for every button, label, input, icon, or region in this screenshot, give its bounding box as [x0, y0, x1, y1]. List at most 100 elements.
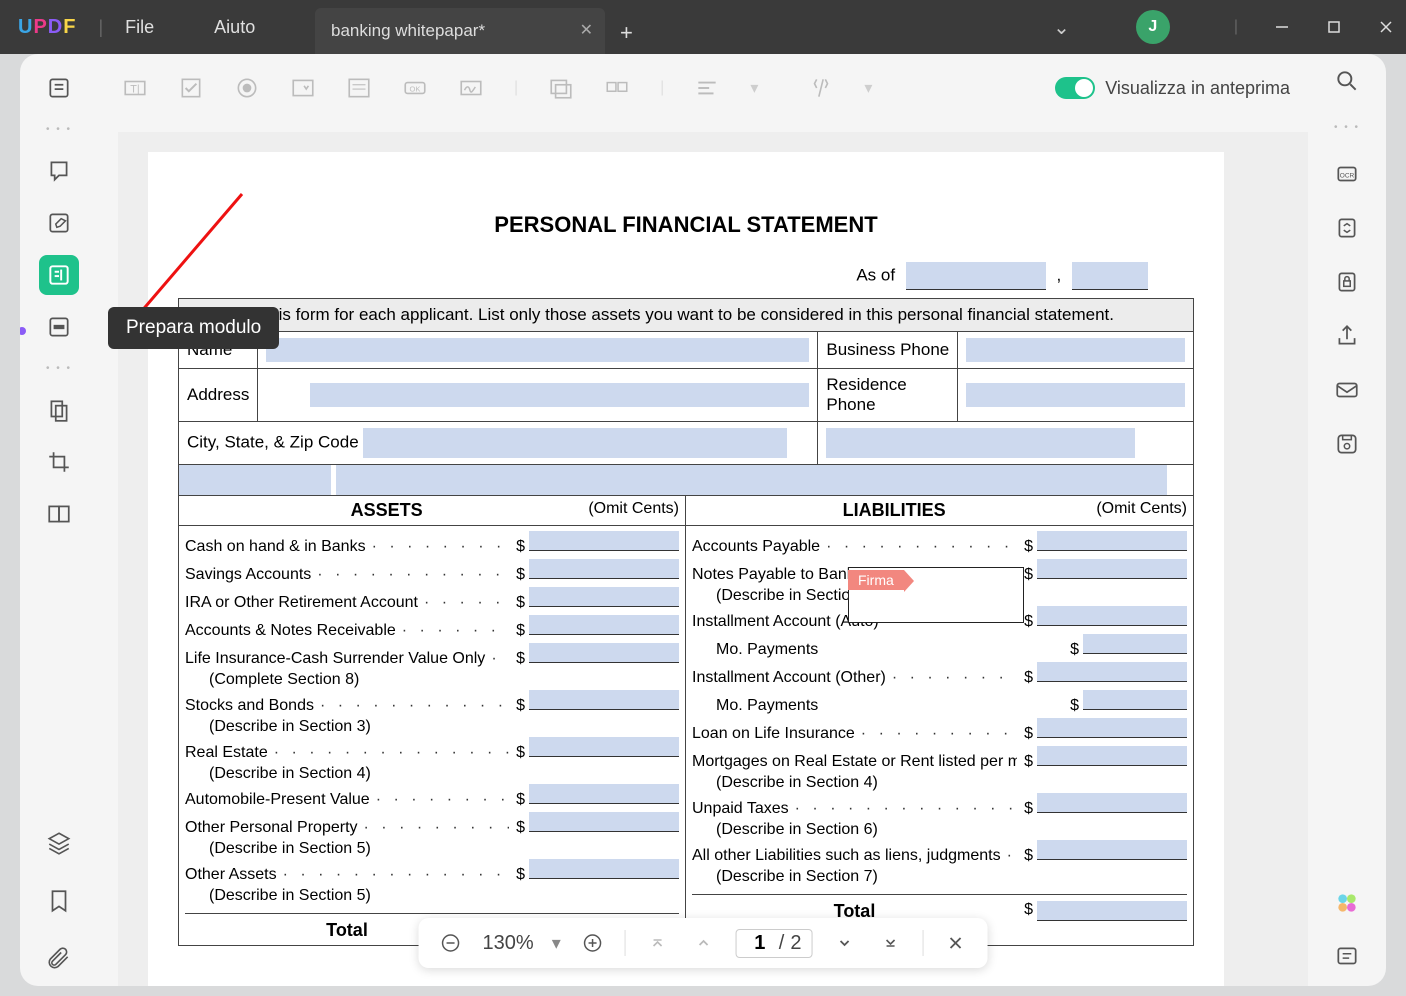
toggle-switch[interactable] [1055, 77, 1095, 99]
email-icon[interactable] [1334, 377, 1360, 403]
asof-date-field[interactable] [906, 262, 1046, 290]
liability-amount-field[interactable] [1037, 840, 1187, 860]
divider: | [514, 79, 518, 97]
align-tool[interactable] [694, 75, 720, 101]
crop-tool[interactable] [39, 442, 79, 482]
assets-column: Cash on hand & in Banks$Savings Accounts… [179, 526, 686, 945]
omit-cents: (Omit Cents) [588, 500, 679, 521]
mo-payments-field[interactable] [1083, 690, 1187, 710]
liability-amount-field[interactable] [1037, 746, 1187, 766]
bookmark-icon[interactable] [46, 888, 72, 914]
notes-icon[interactable] [1334, 944, 1360, 970]
prev-page-button[interactable] [690, 929, 718, 957]
liability-amount-field[interactable] [1037, 606, 1187, 626]
tools-icon[interactable] [808, 75, 834, 101]
button-tool[interactable]: OK [402, 75, 428, 101]
edit-tool[interactable] [39, 203, 79, 243]
share-icon[interactable] [1334, 323, 1360, 349]
ocr-icon[interactable]: OCR [1334, 161, 1360, 187]
comment-tool[interactable] [39, 151, 79, 191]
minimize-icon[interactable] [1274, 19, 1290, 35]
zoom-dropdown-icon[interactable]: ▾ [552, 933, 561, 954]
asset-amount-field[interactable] [529, 587, 679, 607]
dropdown-tool[interactable] [290, 75, 316, 101]
asset-amount-field[interactable] [529, 859, 679, 879]
close-navbar-button[interactable] [941, 929, 969, 957]
liability-amount-field[interactable] [1037, 662, 1187, 682]
attachment-icon[interactable] [46, 946, 72, 972]
extra-field[interactable] [826, 428, 1134, 458]
date-field-tool[interactable] [604, 75, 630, 101]
asset-amount-field[interactable] [529, 737, 679, 757]
asset-amount-field[interactable] [529, 531, 679, 551]
preview-toggle[interactable]: Visualizza in anteprima [1055, 77, 1290, 99]
text-field-tool[interactable]: T| [122, 75, 148, 101]
organize-tool[interactable] [39, 390, 79, 430]
as-of-line: As of , [178, 262, 1194, 290]
close-window-icon[interactable] [1378, 19, 1394, 35]
city-field[interactable] [363, 428, 786, 458]
liability-amount-field[interactable] [1037, 793, 1187, 813]
liability-label: All other Liabilities such as liens, jud… [692, 845, 1017, 867]
blank-field-1[interactable] [179, 465, 331, 495]
current-page-input[interactable] [747, 932, 773, 955]
user-avatar[interactable]: J [1136, 10, 1170, 44]
convert-icon[interactable] [1334, 215, 1360, 241]
tab-title: banking whitepapar* [331, 21, 485, 41]
maximize-icon[interactable] [1326, 19, 1342, 35]
listbox-tool[interactable] [346, 75, 372, 101]
asset-amount-field[interactable] [529, 690, 679, 710]
next-page-button[interactable] [830, 929, 858, 957]
app-logo: UPDF [18, 16, 76, 39]
ai-icon[interactable] [1334, 890, 1360, 916]
last-page-button[interactable] [876, 929, 904, 957]
document-viewport[interactable]: PERSONAL FINANCIAL STATEMENT As of , Com… [118, 132, 1308, 986]
radio-tool[interactable] [234, 75, 260, 101]
compare-tool[interactable] [39, 494, 79, 534]
signature-tool[interactable] [458, 75, 484, 101]
redact-tool[interactable] [39, 307, 79, 347]
liability-amount-field[interactable] [1037, 718, 1187, 738]
protect-icon[interactable] [1334, 269, 1360, 295]
menu-file[interactable]: File [125, 17, 154, 38]
name-field[interactable] [266, 338, 809, 362]
document-tab[interactable]: banking whitepapar* ✕ [315, 8, 605, 54]
first-page-button[interactable] [644, 929, 672, 957]
blank-field-2[interactable] [336, 465, 1167, 495]
rphone-field[interactable] [966, 383, 1185, 407]
bphone-field[interactable] [966, 338, 1185, 362]
asset-amount-field[interactable] [529, 812, 679, 832]
search-icon[interactable] [1334, 68, 1360, 94]
divider: • • • [46, 363, 72, 374]
asset-amount-field[interactable] [529, 615, 679, 635]
liabilities-total-field[interactable] [1037, 901, 1187, 921]
checkbox-tool[interactable] [178, 75, 204, 101]
asset-amount-field[interactable] [529, 643, 679, 663]
asof-year-field[interactable] [1072, 262, 1148, 290]
layers-icon[interactable] [46, 830, 72, 856]
close-tab-icon[interactable]: ✕ [580, 20, 593, 40]
asset-amount-field[interactable] [529, 559, 679, 579]
asset-label: Other Personal Property [185, 817, 509, 839]
zoom-out-button[interactable] [437, 929, 465, 957]
reader-tool[interactable] [39, 68, 79, 108]
add-tab-button[interactable]: + [620, 20, 633, 46]
menu-help[interactable]: Aiuto [214, 17, 255, 38]
zoom-in-button[interactable] [579, 929, 607, 957]
chevron-down-icon[interactable]: ▾ [750, 78, 758, 98]
prepare-form-tool[interactable] [39, 255, 79, 295]
image-field-tool[interactable] [548, 75, 574, 101]
chevron-down-icon[interactable]: ▾ [864, 78, 872, 98]
liability-amount-field[interactable] [1037, 531, 1187, 551]
asset-label: Automobile-Present Value [185, 789, 509, 811]
left-sidebar-bottom [20, 830, 98, 972]
mo-payments-field[interactable] [1083, 634, 1187, 654]
asset-label: Savings Accounts [185, 564, 509, 586]
liability-amount-field[interactable] [1037, 559, 1187, 579]
save-icon[interactable] [1334, 431, 1360, 457]
asset-amount-field[interactable] [529, 784, 679, 804]
liabilities-header: LIABILITIES [692, 500, 1096, 521]
address-field[interactable] [310, 383, 810, 407]
tab-dropdown-icon[interactable]: ⌄ [1053, 15, 1070, 40]
asset-label: Other Assets [185, 864, 509, 886]
